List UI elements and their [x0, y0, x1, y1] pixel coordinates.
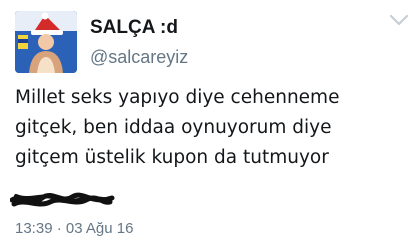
author-handle[interactable]: @salcareyiz — [90, 46, 188, 68]
tweet-text-line: gitçem üstelik kupon da tutmuyor — [15, 147, 329, 168]
avatar-image — [15, 11, 77, 73]
author-display-name[interactable]: SALÇA :d — [90, 17, 178, 39]
tweet-text-line: gitçek, ben iddaa oynuyorum diye — [15, 117, 332, 138]
tweet-text-line: Millet seks yapıyo diye cehenneme — [15, 87, 340, 108]
scribble-redaction — [10, 192, 115, 207]
tweet-text: Millet seks yapıyo diye cehenneme gitçek… — [15, 83, 415, 173]
avatar[interactable] — [15, 11, 77, 73]
chevron-down-icon[interactable] — [388, 13, 410, 27]
tweet-card: SALÇA :d @salcareyiz Millet seks yapıyo … — [0, 0, 420, 242]
tweet-timestamp[interactable]: 13:39 · 03 Ağu 16 — [15, 220, 133, 238]
